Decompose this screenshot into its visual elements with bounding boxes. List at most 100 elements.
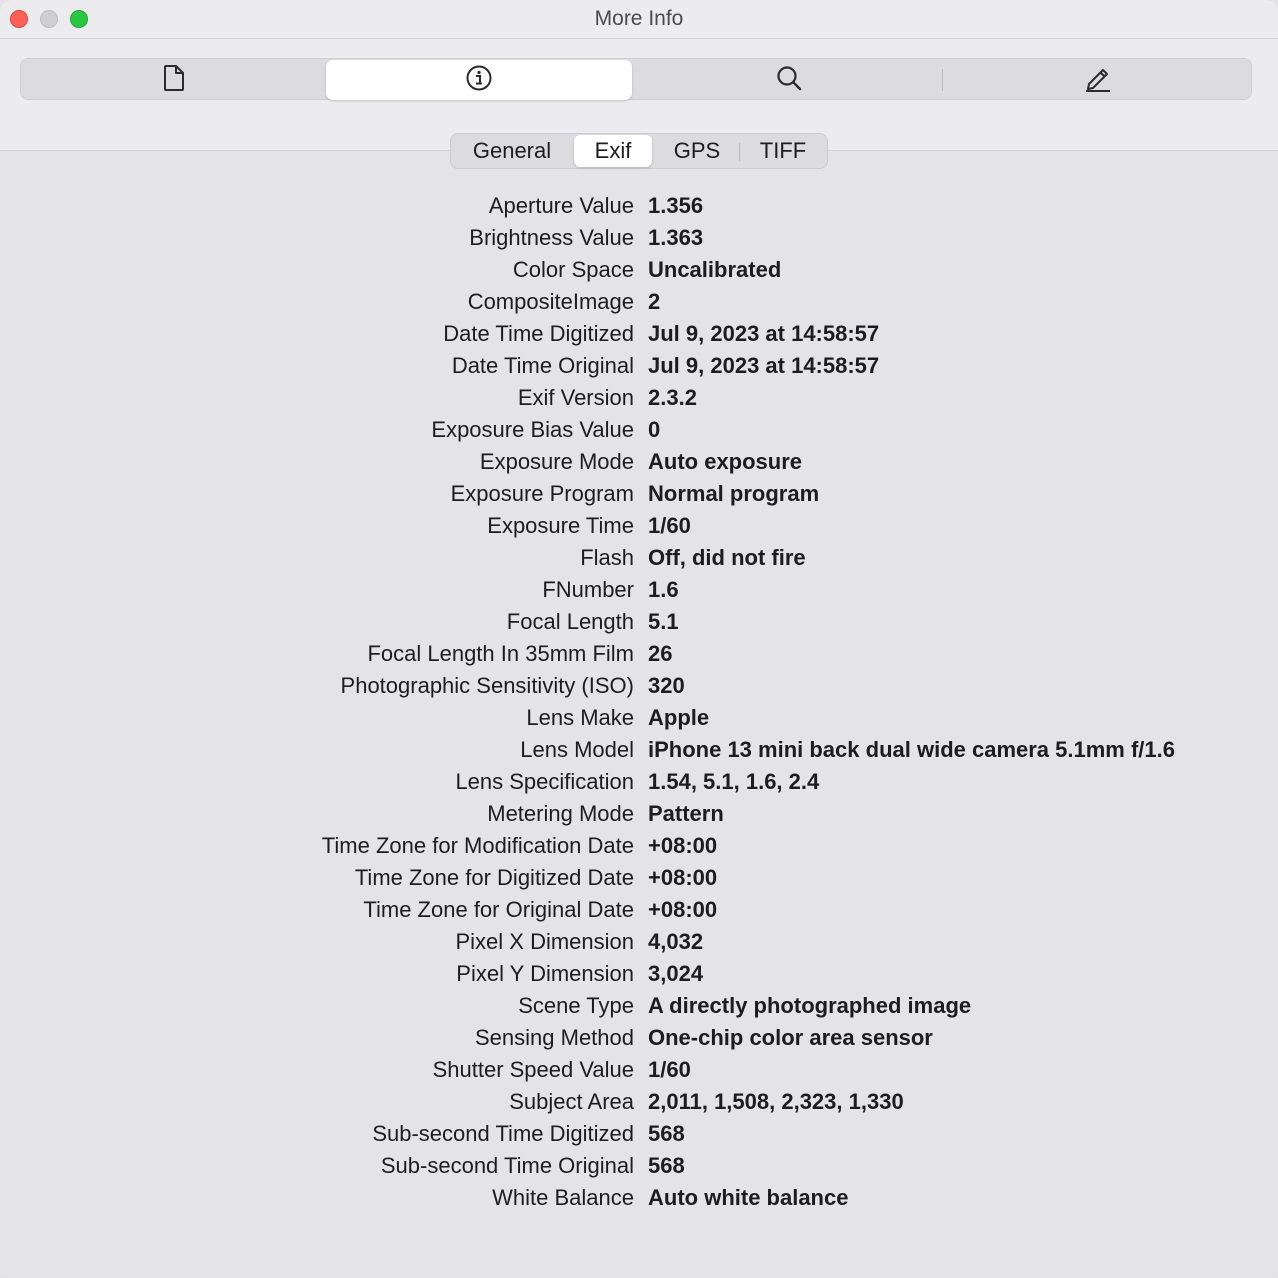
exif-label: Photographic Sensitivity (ISO) <box>340 673 634 698</box>
exif-value: 1.6 <box>648 577 679 602</box>
exif-row: Lens Specification 1.54, 5.1, 1.6, 2.4 <box>0 766 1278 798</box>
exif-row: Exposure Mode Auto exposure <box>0 446 1278 478</box>
exif-row: Pixel Y Dimension 3,024 <box>0 958 1278 990</box>
exif-row: Lens Model iPhone 13 mini back dual wide … <box>0 734 1278 766</box>
exif-value: Normal program <box>648 481 820 506</box>
exif-label: Flash <box>580 545 634 570</box>
exif-row: Brightness Value 1.363 <box>0 222 1278 254</box>
exif-label: Time Zone for Modification Date <box>321 833 634 858</box>
pencil-icon <box>1083 63 1113 98</box>
exif-row: Focal Length 5.1 <box>0 606 1278 638</box>
exif-label: Lens Make <box>526 705 634 730</box>
exif-value: One-chip color area sensor <box>648 1025 933 1050</box>
exif-row: Aperture Value 1.356 <box>0 190 1278 222</box>
exif-label: Exposure Time <box>487 513 634 538</box>
exif-label: Pixel X Dimension <box>455 929 634 954</box>
exif-row: Flash Off, did not fire <box>0 542 1278 574</box>
exif-row: Time Zone for Original Date +08:00 <box>0 894 1278 926</box>
exif-value: 1/60 <box>648 1057 691 1082</box>
exif-value: Off, did not fire <box>648 545 806 570</box>
exif-row: Time Zone for Digitized Date +08:00 <box>0 862 1278 894</box>
exif-value: 1.54, 5.1, 1.6, 2.4 <box>648 769 820 794</box>
exif-label: Brightness Value <box>469 225 634 250</box>
inspector-tab-control <box>20 58 1252 100</box>
tab-edit[interactable] <box>945 60 1251 100</box>
exif-value: Auto white balance <box>648 1185 849 1210</box>
exif-row: FNumber 1.6 <box>0 574 1278 606</box>
exif-value: +08:00 <box>648 865 718 890</box>
exif-label: Sub-second Time Original <box>380 1153 634 1178</box>
tab-general[interactable]: General <box>452 135 572 167</box>
exif-label: Pixel Y Dimension <box>456 961 634 986</box>
exif-value: Jul 9, 2023 at 14:58:57 <box>648 353 880 378</box>
tab-info[interactable] <box>326 60 632 100</box>
exif-row: Focal Length In 35mm Film 26 <box>0 638 1278 670</box>
exif-value: Apple <box>648 705 710 730</box>
exif-value: +08:00 <box>648 833 718 858</box>
tab-gps[interactable]: GPS <box>654 135 740 167</box>
tab-exif[interactable]: Exif <box>574 135 652 167</box>
exif-value: 1/60 <box>648 513 691 538</box>
more-info-window: More Info General Exif GPS TIFF Aperture… <box>0 0 1278 1278</box>
exif-value: 568 <box>648 1153 685 1178</box>
tab-document[interactable] <box>21 60 327 100</box>
exif-value: iPhone 13 mini back dual wide camera 5.1… <box>648 737 1175 762</box>
exif-value: 320 <box>648 673 685 698</box>
title-bar: More Info <box>0 0 1278 39</box>
metadata-section-tabs: General Exif GPS TIFF <box>450 133 828 169</box>
exif-label: Metering Mode <box>487 801 634 826</box>
exif-value: 4,032 <box>648 929 704 954</box>
exif-label: Shutter Speed Value <box>432 1057 634 1082</box>
exif-property-list: Aperture Value 1.356 Brightness Value 1.363… <box>0 190 1278 1214</box>
exif-label: Exif Version <box>517 385 634 410</box>
exif-label: Sensing Method <box>475 1025 634 1050</box>
exif-label: Focal Length <box>506 609 634 634</box>
exif-value: Jul 9, 2023 at 14:58:57 <box>648 321 880 346</box>
exif-label: Exposure Mode <box>479 449 634 474</box>
exif-label: FNumber <box>542 577 634 602</box>
exif-label: Subject Area <box>509 1089 634 1114</box>
exif-row: Subject Area 2,011, 1,508, 2,323, 1,330 <box>0 1086 1278 1118</box>
document-icon <box>162 64 186 97</box>
exif-row: Time Zone for Modification Date +08:00 <box>0 830 1278 862</box>
exif-value: 1.356 <box>648 193 704 218</box>
exif-label: Color Space <box>512 257 634 282</box>
exif-label: Date Time Original <box>451 353 634 378</box>
exif-label: Exposure Program <box>450 481 634 506</box>
exif-label: Exposure Bias Value <box>431 417 634 442</box>
exif-label: Aperture Value <box>488 193 634 218</box>
exif-value: 26 <box>648 641 673 666</box>
exif-value: 2.3.2 <box>648 385 697 410</box>
window-title: More Info <box>594 7 684 30</box>
exif-value: Pattern <box>648 801 724 826</box>
exif-value: 0 <box>648 417 661 442</box>
exif-label: White Balance <box>492 1185 634 1210</box>
exif-row: White Balance Auto white balance <box>0 1182 1278 1214</box>
exif-value: +08:00 <box>648 897 718 922</box>
exif-row: Scene Type A directly photographed image <box>0 990 1278 1022</box>
exif-row: CompositeImage 2 <box>0 286 1278 318</box>
exif-row: Lens Make Apple <box>0 702 1278 734</box>
exif-row: Pixel X Dimension 4,032 <box>0 926 1278 958</box>
info-icon <box>465 64 493 97</box>
exif-row: Sensing Method One-chip color area sensor <box>0 1022 1278 1054</box>
exif-value: 2,011, 1,508, 2,323, 1,330 <box>648 1089 904 1114</box>
exif-row: Exposure Bias Value 0 <box>0 414 1278 446</box>
tab-search[interactable] <box>636 60 942 100</box>
exif-row: Sub-second Time Original 568 <box>0 1150 1278 1182</box>
search-icon <box>775 64 803 97</box>
exif-row: Color Space Uncalibrated <box>0 254 1278 286</box>
exif-label: Scene Type <box>518 993 634 1018</box>
exif-label: Time Zone for Original Date <box>363 897 634 922</box>
exif-row: Exposure Time 1/60 <box>0 510 1278 542</box>
tab-tiff[interactable]: TIFF <box>741 135 825 167</box>
exif-value: 1.363 <box>648 225 704 250</box>
exif-row: Metering Mode Pattern <box>0 798 1278 830</box>
exif-label: Focal Length In 35mm Film <box>367 641 634 666</box>
exif-value: A directly photographed image <box>648 993 972 1018</box>
exif-value: 3,024 <box>648 961 704 986</box>
exif-row: Sub-second Time Digitized 568 <box>0 1118 1278 1150</box>
exif-row: Photographic Sensitivity (ISO) 320 <box>0 670 1278 702</box>
exif-row: Shutter Speed Value 1/60 <box>0 1054 1278 1086</box>
exif-value: 2 <box>648 289 661 314</box>
